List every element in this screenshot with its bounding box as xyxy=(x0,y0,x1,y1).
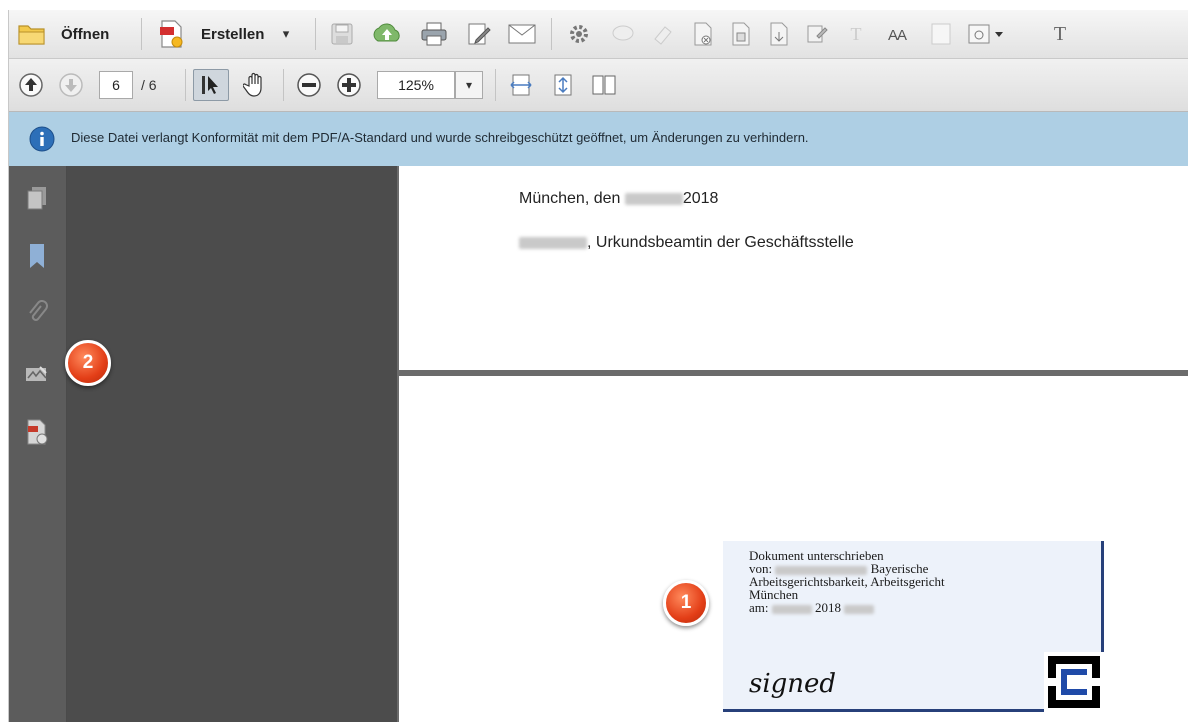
page-number-input[interactable]: 6 xyxy=(99,71,133,99)
open-folder-icon[interactable] xyxy=(15,20,49,48)
navigation-panel xyxy=(67,166,397,722)
font-size-icon[interactable]: AA xyxy=(877,22,917,48)
zoom-input[interactable]: 125% xyxy=(377,71,455,99)
insert-page-icon[interactable] xyxy=(765,20,793,48)
email-icon[interactable] xyxy=(505,20,539,48)
info-icon xyxy=(29,126,55,152)
page-thumbnails-icon[interactable] xyxy=(23,184,51,212)
signed-label: signed xyxy=(749,669,837,699)
save-icon[interactable] xyxy=(327,20,357,48)
signature-line-4: München xyxy=(749,587,799,602)
create-dropdown-icon[interactable]: ▾ xyxy=(279,24,293,44)
two-page-view-icon[interactable] xyxy=(589,71,619,99)
fit-width-icon[interactable] xyxy=(507,71,535,99)
pdf-page-6: Dokument unterschrieben von: Bayerische … xyxy=(399,376,1188,722)
acrobat-window: Öffnen Erstellen ▾ T AA T 6 / 6 125% ▾ D… xyxy=(8,10,1188,722)
print-icon[interactable] xyxy=(417,20,451,48)
place-date-line: München, den 2018 xyxy=(519,190,718,208)
signature-stamp-menu-icon[interactable] xyxy=(965,20,1007,48)
remove-page-icon[interactable] xyxy=(689,20,717,48)
signature-info: Dokument unterschrieben von: Bayerische … xyxy=(749,549,945,614)
text-box-icon xyxy=(927,20,955,48)
clerk-line: , Urkundsbeamtin der Geschäftsstelle xyxy=(519,234,854,252)
typewriter-icon[interactable]: T xyxy=(1047,20,1073,48)
document-properties-icon[interactable] xyxy=(23,418,51,446)
zoom-dropdown-icon[interactable]: ▾ xyxy=(455,71,483,99)
main-toolbar: Öffnen Erstellen ▾ T AA T xyxy=(9,10,1188,59)
open-button[interactable]: Öffnen xyxy=(61,24,109,44)
create-button[interactable]: Erstellen xyxy=(201,24,264,44)
attachments-icon[interactable] xyxy=(23,300,51,328)
create-pdf-icon[interactable] xyxy=(155,18,187,50)
seal-logo-icon xyxy=(1044,652,1104,712)
redacted-date xyxy=(624,192,683,205)
callout-badge-2: 2 xyxy=(65,340,111,386)
fit-page-icon[interactable] xyxy=(549,71,577,99)
navigation-toolbar: 6 / 6 125% ▾ xyxy=(9,59,1188,112)
redacted-signer xyxy=(775,565,868,575)
pdfa-info-message: Diese Datei verlangt Konformität mit dem… xyxy=(71,130,809,145)
select-tool-icon[interactable] xyxy=(193,69,229,101)
stamp-icon[interactable] xyxy=(803,20,831,48)
text-tool-disabled-icon: T xyxy=(850,23,862,44)
redacted-sign-date xyxy=(771,604,812,614)
bookmarks-icon[interactable] xyxy=(23,242,51,270)
callout-badge-1: 1 xyxy=(663,580,709,626)
place-year: 2018 xyxy=(682,190,719,207)
place-prefix: München, den xyxy=(519,190,621,207)
navigation-rail xyxy=(9,166,67,722)
edit-document-icon[interactable] xyxy=(463,20,495,48)
previous-page-icon[interactable] xyxy=(17,71,45,99)
zoom-in-icon[interactable] xyxy=(335,71,363,99)
pdfa-info-bar: Diese Datei verlangt Konformität mit dem… xyxy=(9,112,1188,167)
clerk-role: , Urkundsbeamtin der Geschäftsstelle xyxy=(587,234,854,251)
page-total-label: / 6 xyxy=(141,77,157,93)
signatures-panel-icon[interactable] xyxy=(23,360,51,388)
extract-page-icon[interactable] xyxy=(727,20,755,48)
signature-line-5: am: 2018 xyxy=(749,601,945,614)
redacted-sign-time xyxy=(844,604,875,614)
hand-tool-icon[interactable] xyxy=(239,69,271,101)
zoom-out-icon[interactable] xyxy=(295,71,323,99)
cloud-upload-icon[interactable] xyxy=(369,20,405,48)
comment-icon xyxy=(609,20,637,48)
pdf-page-5: München, den 2018 , Urkundsbeamtin der G… xyxy=(399,166,1188,370)
settings-gear-icon[interactable] xyxy=(565,20,593,48)
redacted-name xyxy=(519,236,587,249)
highlight-icon xyxy=(649,20,677,48)
signature-field[interactable]: Dokument unterschrieben von: Bayerische … xyxy=(723,541,1104,712)
next-page-icon xyxy=(57,71,85,99)
